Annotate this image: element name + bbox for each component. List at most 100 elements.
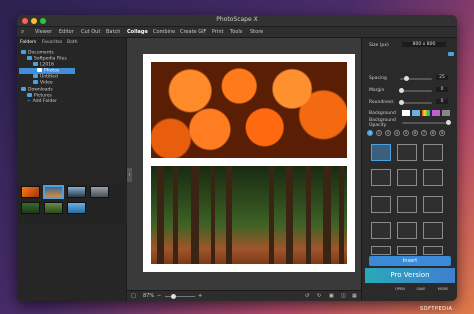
- collage-settings-panel: Size (px) 800 x 800 Spacing 25 Margin 0 …: [361, 38, 457, 301]
- margin-slider[interactable]: [400, 90, 432, 92]
- thumbnail[interactable]: [43, 185, 64, 199]
- insert-button[interactable]: Insert: [369, 256, 451, 266]
- bg-swatch-white[interactable]: [402, 110, 410, 116]
- layout-option[interactable]: [371, 196, 391, 213]
- bg-swatch-gradient[interactable]: [422, 110, 430, 116]
- rotate-left-icon[interactable]: ↺: [305, 293, 309, 299]
- background-opacity-label: Background Opacity: [369, 118, 396, 128]
- browser-toolbar: ▣ ★ ↻ ← → ↑ ⚙: [17, 300, 127, 301]
- zoom-in-icon[interactable]: +: [198, 293, 202, 299]
- roundness-label: Roundness: [369, 100, 394, 105]
- thumbnail[interactable]: [21, 202, 40, 214]
- thumbnail[interactable]: [90, 186, 109, 198]
- zoom-slider[interactable]: [165, 296, 195, 297]
- tab-folders[interactable]: Folders: [20, 40, 36, 45]
- background-label: Background: [369, 111, 396, 116]
- layout-option[interactable]: [423, 169, 443, 186]
- layout-count-2[interactable]: 2: [376, 130, 382, 136]
- layout-option[interactable]: [371, 246, 391, 255]
- title-bar: PhotoScape X: [17, 15, 457, 27]
- margin-label: Margin: [369, 88, 385, 93]
- menu-tools[interactable]: Tools: [230, 29, 242, 35]
- app-window: PhotoScape X ⌕ Viewer Editor Cut Out Bat…: [17, 15, 457, 301]
- collapse-panel-handle[interactable]: ‹: [127, 168, 132, 182]
- mode-menu-bar: ⌕ Viewer Editor Cut Out Batch Collage Co…: [17, 27, 457, 38]
- layout-option[interactable]: [423, 196, 443, 213]
- layout-count-3[interactable]: 3: [385, 130, 391, 136]
- roundness-value[interactable]: 0: [436, 99, 448, 104]
- layout-option[interactable]: [371, 144, 391, 161]
- rotate-right-icon[interactable]: ↻: [317, 293, 321, 299]
- menu-viewer[interactable]: Viewer: [35, 29, 52, 35]
- spacing-slider-knob[interactable]: [404, 76, 409, 81]
- collage-image-roses[interactable]: [151, 62, 347, 158]
- thumbnail[interactable]: [67, 202, 86, 214]
- menu-store[interactable]: Store: [250, 29, 263, 35]
- tree-item-video[interactable]: Video: [33, 80, 53, 86]
- more-button[interactable]: MORE: [436, 287, 450, 291]
- canvas-toolbar: □ 87% − + ↺ ↻ ▣ ◫ ▦: [127, 290, 361, 301]
- bg-swatch-color[interactable]: [432, 110, 440, 116]
- layout-count-7[interactable]: 7: [421, 130, 427, 136]
- bg-opacity-slider-knob[interactable]: [446, 120, 451, 125]
- size-select[interactable]: 800 x 800: [402, 42, 446, 47]
- layout-option[interactable]: [371, 222, 391, 239]
- menu-create-gif[interactable]: Create GIF: [180, 29, 206, 35]
- save-button[interactable]: SAVE: [414, 287, 428, 291]
- add-folder-link[interactable]: + Add Folder: [27, 99, 57, 105]
- pro-version-banner[interactable]: Pro Version: [365, 268, 455, 283]
- tab-both[interactable]: Both: [67, 40, 77, 45]
- frame-icon[interactable]: ▣: [329, 293, 334, 299]
- layout-count-6[interactable]: 6: [412, 130, 418, 136]
- size-label: Size (px): [369, 43, 389, 48]
- layout-option[interactable]: [423, 222, 443, 239]
- browser-panel: Folders Favorites Both Documents Softped…: [17, 38, 127, 301]
- bg-opacity-slider[interactable]: [402, 122, 446, 124]
- menu-print[interactable]: Print: [212, 29, 224, 35]
- flip-icon[interactable]: ◫: [341, 293, 346, 299]
- zoom-level: 87%: [143, 293, 155, 299]
- thumbnail[interactable]: [44, 202, 63, 214]
- layout-count-1[interactable]: 1: [367, 130, 373, 136]
- search-icon[interactable]: ⌕: [21, 28, 24, 36]
- thumbnail[interactable]: [21, 186, 40, 198]
- layout-option[interactable]: [397, 222, 417, 239]
- roundness-slider[interactable]: [400, 102, 432, 104]
- panel-icon[interactable]: □: [131, 293, 136, 299]
- menu-batch[interactable]: Batch: [106, 29, 120, 35]
- watermark: SOFTPEDIA: [420, 306, 453, 312]
- size-lock-toggle[interactable]: [448, 52, 454, 56]
- layout-count-4[interactable]: 4: [394, 130, 400, 136]
- collage-workspace: ‹ □ 87% − + ↺ ↻ ▣ ◫ ▦: [127, 38, 361, 301]
- layout-count-8[interactable]: 8: [430, 130, 436, 136]
- layout-icon[interactable]: ▦: [352, 293, 357, 299]
- tab-favorites[interactable]: Favorites: [42, 40, 62, 45]
- margin-value[interactable]: 0: [436, 87, 448, 92]
- layout-option[interactable]: [397, 169, 417, 186]
- collage-image-forest[interactable]: [151, 166, 347, 264]
- layout-option[interactable]: [397, 246, 417, 255]
- menu-cut-out[interactable]: Cut Out: [81, 29, 100, 35]
- layout-option[interactable]: [423, 246, 443, 255]
- bg-swatch-image[interactable]: [442, 110, 450, 116]
- menu-combine[interactable]: Combine: [153, 29, 175, 35]
- layout-option[interactable]: [397, 196, 417, 213]
- menu-editor[interactable]: Editor: [59, 29, 74, 35]
- zoom-slider-knob[interactable]: [171, 294, 176, 299]
- menu-collage[interactable]: Collage: [127, 29, 148, 35]
- layout-count-5[interactable]: 5: [403, 130, 409, 136]
- spacing-value[interactable]: 25: [436, 75, 448, 80]
- layout-option[interactable]: [423, 144, 443, 161]
- layout-option[interactable]: [397, 144, 417, 161]
- collage-canvas: [143, 54, 355, 272]
- spacing-label: Spacing: [369, 76, 387, 81]
- bg-swatch-pattern[interactable]: [412, 110, 420, 116]
- thumbnail-strip: [17, 183, 127, 223]
- open-button[interactable]: OPEN: [393, 287, 407, 291]
- zoom-out-icon[interactable]: −: [157, 293, 161, 299]
- margin-slider-knob[interactable]: [399, 88, 404, 93]
- layout-count-9[interactable]: 9: [439, 130, 445, 136]
- roundness-slider-knob[interactable]: [399, 100, 404, 105]
- layout-option[interactable]: [371, 169, 391, 186]
- thumbnail[interactable]: [67, 186, 86, 198]
